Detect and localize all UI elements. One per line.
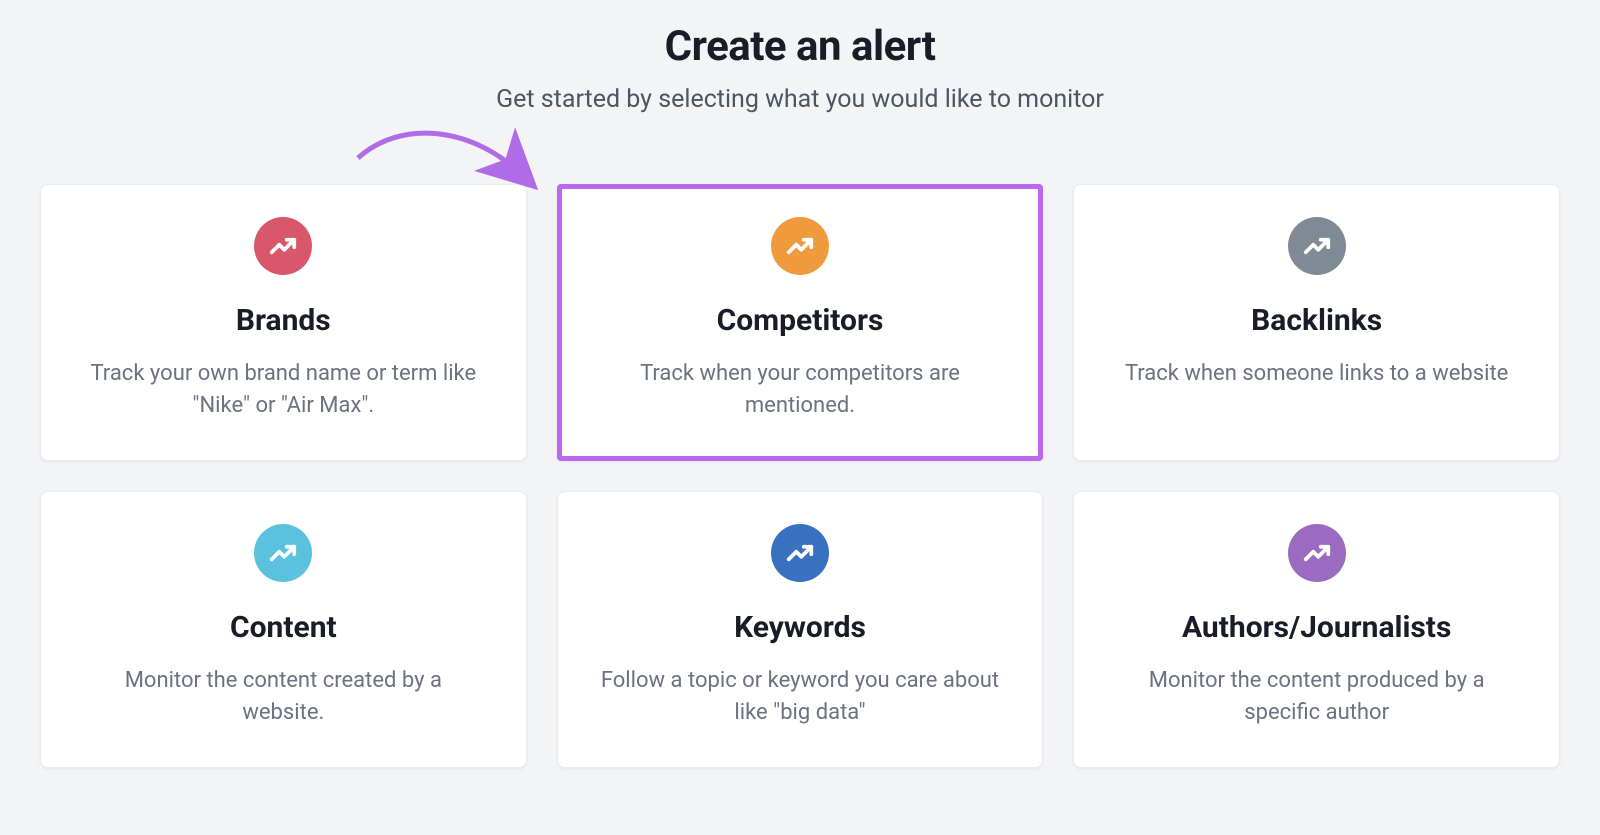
page-subtitle: Get started by selecting what you would … — [0, 85, 1600, 114]
trend-arrow-icon — [771, 524, 829, 582]
card-description: Follow a topic or keyword you care about… — [600, 665, 1000, 729]
trend-arrow-icon — [771, 217, 829, 275]
trend-arrow-icon — [254, 217, 312, 275]
page-header: Create an alert Get started by selecting… — [0, 22, 1600, 114]
card-title: Competitors — [717, 303, 884, 338]
card-description: Track your own brand name or term like "… — [83, 358, 483, 422]
card-description: Monitor the content produced by a specif… — [1117, 665, 1517, 729]
card-title: Keywords — [734, 610, 866, 645]
card-backlinks[interactable]: Backlinks Track when someone links to a … — [1073, 184, 1560, 461]
card-title: Authors/Journalists — [1182, 610, 1451, 645]
trend-arrow-icon — [1288, 524, 1346, 582]
card-competitors[interactable]: Competitors Track when your competitors … — [557, 184, 1044, 461]
card-authors[interactable]: Authors/Journalists Monitor the content … — [1073, 491, 1560, 768]
card-title: Backlinks — [1251, 303, 1382, 338]
card-keywords[interactable]: Keywords Follow a topic or keyword you c… — [557, 491, 1044, 768]
page-title: Create an alert — [0, 22, 1600, 71]
card-title: Brands — [236, 303, 331, 338]
card-content[interactable]: Content Monitor the content created by a… — [40, 491, 527, 768]
card-description: Track when your competitors are mentione… — [600, 358, 1000, 422]
trend-arrow-icon — [254, 524, 312, 582]
card-description: Monitor the content created by a website… — [83, 665, 483, 729]
alert-type-grid: Brands Track your own brand name or term… — [40, 184, 1560, 768]
card-description: Track when someone links to a website — [1125, 358, 1508, 390]
card-title: Content — [230, 610, 337, 645]
card-brands[interactable]: Brands Track your own brand name or term… — [40, 184, 527, 461]
create-alert-page: Create an alert Get started by selecting… — [0, 0, 1600, 835]
trend-arrow-icon — [1288, 217, 1346, 275]
